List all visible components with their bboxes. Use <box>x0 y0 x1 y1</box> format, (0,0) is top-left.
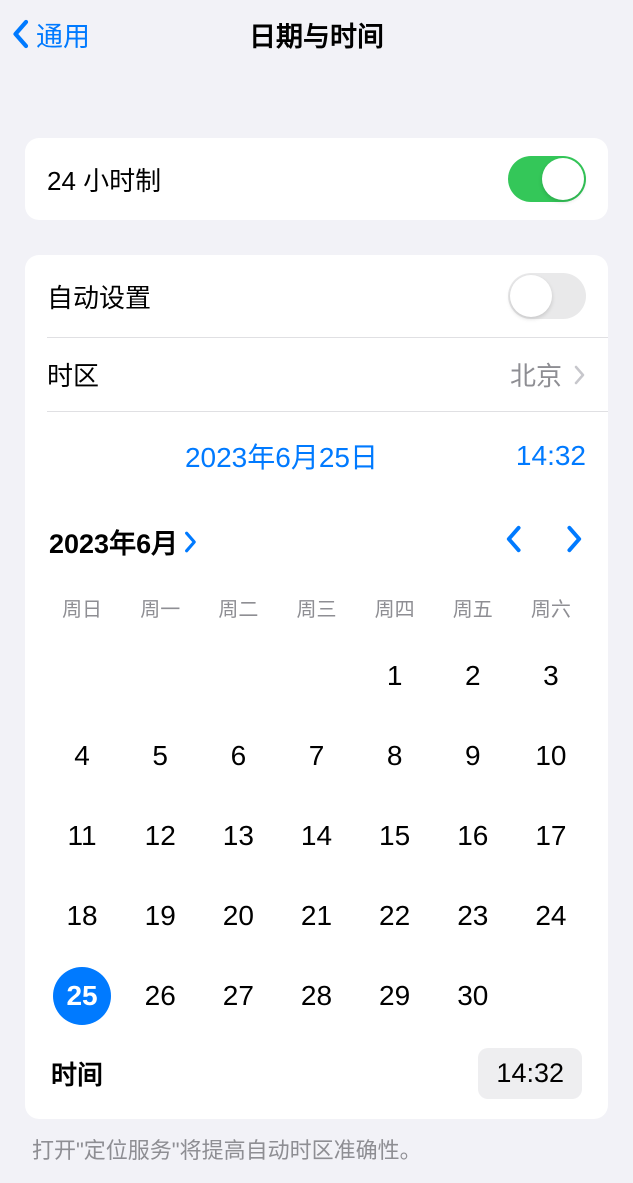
calendar-day[interactable]: 9 <box>434 716 512 796</box>
weekday-header: 周五 <box>434 587 512 628</box>
datetime-display-row: 2023年6月25日 14:32 <box>25 412 608 494</box>
calendar-day[interactable]: 24 <box>512 876 590 956</box>
chevron-right-icon <box>574 365 586 385</box>
calendar-day[interactable]: 10 <box>512 716 590 796</box>
weekday-header: 周四 <box>356 587 434 628</box>
chevron-left-icon <box>504 525 522 553</box>
timezone-row[interactable]: 时区 北京 <box>25 338 608 411</box>
back-button[interactable]: 通用 <box>10 15 90 54</box>
calendar-day[interactable]: 30 <box>434 956 512 1036</box>
selected-time-display[interactable]: 14:32 <box>516 440 586 472</box>
calendar-day-empty <box>43 636 121 716</box>
month-selector[interactable]: 2023年6月 <box>49 522 198 561</box>
calendar-day[interactable]: 22 <box>356 876 434 956</box>
calendar-day[interactable]: 18 <box>43 876 121 956</box>
calendar-day[interactable]: 17 <box>512 796 590 876</box>
next-month-button[interactable] <box>566 525 584 558</box>
auto-set-row: 自动设置 <box>25 255 608 337</box>
calendar-day[interactable]: 21 <box>277 876 355 956</box>
time-label: 时间 <box>51 1055 103 1092</box>
calendar-day[interactable]: 27 <box>199 956 277 1036</box>
calendar-day[interactable]: 19 <box>121 876 199 956</box>
calendar-day[interactable]: 3 <box>512 636 590 716</box>
calendar-day[interactable]: 11 <box>43 796 121 876</box>
chevron-right-icon <box>566 525 584 553</box>
footer-note: 打开"定位服务"将提高自动时区准确性。 <box>32 1133 601 1165</box>
auto-set-label: 自动设置 <box>47 278 151 315</box>
calendar-day-empty <box>277 636 355 716</box>
time-format-label: 24 小时制 <box>47 161 161 198</box>
calendar-day[interactable]: 5 <box>121 716 199 796</box>
page-title: 日期与时间 <box>249 15 384 54</box>
calendar-day[interactable]: 15 <box>356 796 434 876</box>
chevron-left-icon <box>10 19 30 49</box>
weekday-header: 周三 <box>277 587 355 628</box>
timezone-label: 时区 <box>47 356 99 393</box>
prev-month-button[interactable] <box>504 525 522 558</box>
calendar-day[interactable]: 20 <box>199 876 277 956</box>
back-label: 通用 <box>36 15 90 54</box>
calendar-day[interactable]: 2 <box>434 636 512 716</box>
calendar-day-empty <box>199 636 277 716</box>
calendar-day[interactable]: 23 <box>434 876 512 956</box>
calendar-day[interactable]: 4 <box>43 716 121 796</box>
weekday-header: 周二 <box>199 587 277 628</box>
month-label: 2023年6月 <box>49 522 178 561</box>
calendar-day-empty <box>121 636 199 716</box>
calendar-day[interactable]: 1 <box>356 636 434 716</box>
calendar-day[interactable]: 16 <box>434 796 512 876</box>
time-format-row: 24 小时制 <box>25 138 608 220</box>
calendar-day[interactable]: 8 <box>356 716 434 796</box>
calendar-day[interactable]: 25 <box>43 956 121 1036</box>
calendar-day[interactable]: 6 <box>199 716 277 796</box>
selected-date-display[interactable]: 2023年6月25日 <box>47 436 516 476</box>
weekday-header: 周六 <box>512 587 590 628</box>
weekday-header: 周日 <box>43 587 121 628</box>
weekday-header: 周一 <box>121 587 199 628</box>
calendar-day[interactable]: 26 <box>121 956 199 1036</box>
calendar-day[interactable]: 12 <box>121 796 199 876</box>
time-picker[interactable]: 14:32 <box>478 1048 582 1099</box>
timezone-value: 北京 <box>510 356 562 393</box>
calendar-day[interactable]: 28 <box>277 956 355 1036</box>
calendar-day[interactable]: 29 <box>356 956 434 1036</box>
calendar-day[interactable]: 14 <box>277 796 355 876</box>
chevron-right-icon <box>184 531 198 553</box>
calendar-day[interactable]: 13 <box>199 796 277 876</box>
auto-set-toggle[interactable] <box>508 273 586 319</box>
time-format-toggle[interactable] <box>508 156 586 202</box>
calendar-day[interactable]: 7 <box>277 716 355 796</box>
